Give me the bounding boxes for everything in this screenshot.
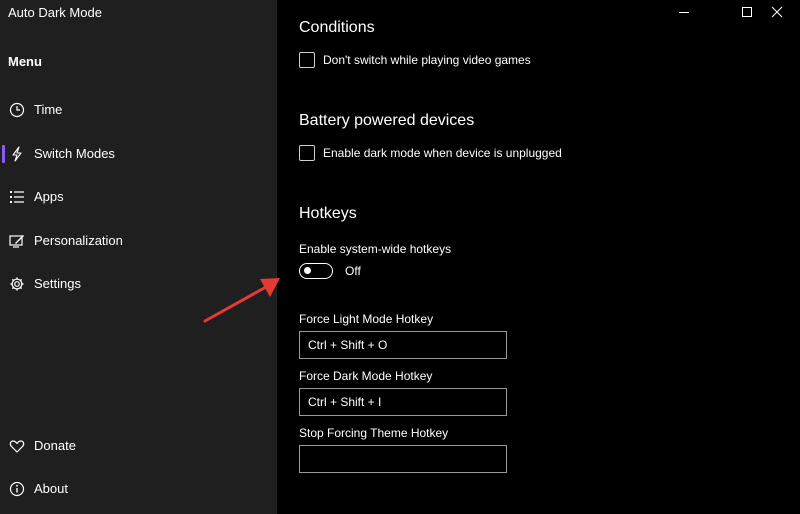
sidebar-item-about[interactable]: About [0, 472, 277, 506]
battery-heading: Battery powered devices [299, 112, 475, 129]
close-button[interactable] [754, 0, 800, 24]
sidebar-item-label: Time [34, 102, 63, 117]
sidebar-item-time[interactable]: Time [0, 93, 277, 127]
selected-indicator [2, 145, 5, 163]
sidebar-item-label: Settings [34, 276, 81, 291]
sidebar-item-label: About [34, 481, 68, 496]
sidebar-item-personalization[interactable]: Personalization [0, 224, 277, 258]
stop-hotkey-input[interactable] [299, 445, 507, 473]
dark-hotkey-label: Force Dark Mode Hotkey [299, 369, 433, 383]
minimize-icon [679, 12, 689, 13]
minimize-button[interactable] [661, 0, 707, 24]
sidebar-item-label: Donate [34, 438, 76, 453]
sidebar-item-donate[interactable]: Donate [0, 429, 277, 463]
video-games-checkbox-label[interactable]: Don't switch while playing video games [323, 53, 531, 67]
sidebar-item-switch-modes[interactable]: Switch Modes [0, 137, 277, 171]
info-icon [9, 481, 25, 497]
clock-icon [9, 102, 25, 118]
light-hotkey-input[interactable] [299, 331, 507, 359]
unplugged-checkbox[interactable] [299, 145, 315, 161]
conditions-heading: Conditions [299, 19, 375, 36]
toggle-knob [304, 267, 311, 274]
toggle-state-text: Off [345, 264, 361, 278]
sidebar-item-label: Personalization [34, 233, 123, 248]
close-icon [771, 6, 783, 18]
sidebar-item-label: Switch Modes [34, 146, 115, 161]
hotkeys-heading: Hotkeys [299, 205, 357, 222]
enable-hotkeys-label: Enable system-wide hotkeys [299, 242, 452, 256]
light-hotkey-label: Force Light Mode Hotkey [299, 312, 434, 326]
gear-icon [10, 277, 24, 291]
lightning-icon [12, 146, 22, 162]
sidebar: Auto Dark Mode Menu Time Switch Modes Ap… [0, 0, 277, 514]
personalization-icon [9, 235, 24, 248]
sidebar-item-apps[interactable]: Apps [0, 180, 277, 214]
dark-hotkey-input[interactable] [299, 388, 507, 416]
heart-icon [9, 440, 25, 453]
apps-list-icon [10, 191, 24, 203]
menu-heading: Menu [8, 54, 42, 69]
annotation-arrow-icon [203, 278, 280, 323]
unplugged-checkbox-label[interactable]: Enable dark mode when device is unplugge… [323, 146, 562, 160]
stop-hotkey-label: Stop Forcing Theme Hotkey [299, 426, 449, 440]
app-title: Auto Dark Mode [8, 5, 102, 20]
sidebar-item-label: Apps [34, 189, 64, 204]
enable-hotkeys-toggle[interactable] [299, 263, 333, 279]
video-games-checkbox[interactable] [299, 52, 315, 68]
